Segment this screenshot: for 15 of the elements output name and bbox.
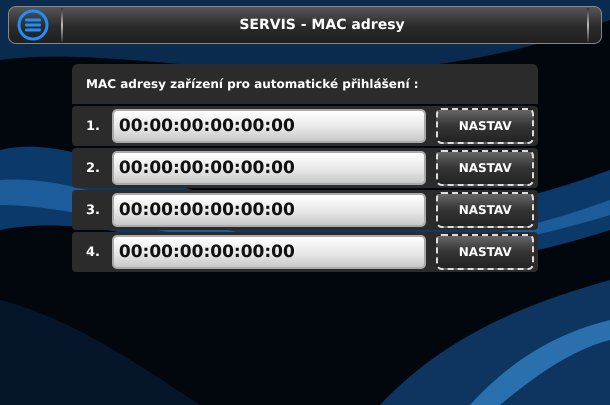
set-button[interactable]: NASTAV (436, 150, 534, 186)
input-field[interactable]: 00:00:00:00:00:00 (112, 235, 426, 269)
row-number: 3. (86, 202, 101, 218)
row-number: 2. (86, 160, 101, 176)
set-button[interactable]: NASTAV (436, 192, 534, 228)
input-field[interactable]: 00:00:00:00:00:00 (112, 193, 426, 227)
input-field[interactable]: 00:00:00:00:00:00 (112, 151, 426, 185)
panel-heading: MAC adresy zařízení pro automatické přihlášení : (86, 77, 419, 91)
row-number: 4. (86, 244, 101, 260)
window-title: SERVIS - MAC adresy (238, 17, 406, 33)
input-field[interactable]: 00:00:00:00:00:00 (112, 109, 426, 143)
row-number: 1. (86, 118, 101, 134)
set-button[interactable]: NASTAV (436, 108, 534, 144)
menu-icon[interactable] (17, 9, 49, 41)
set-button[interactable]: NASTAV (436, 234, 534, 270)
